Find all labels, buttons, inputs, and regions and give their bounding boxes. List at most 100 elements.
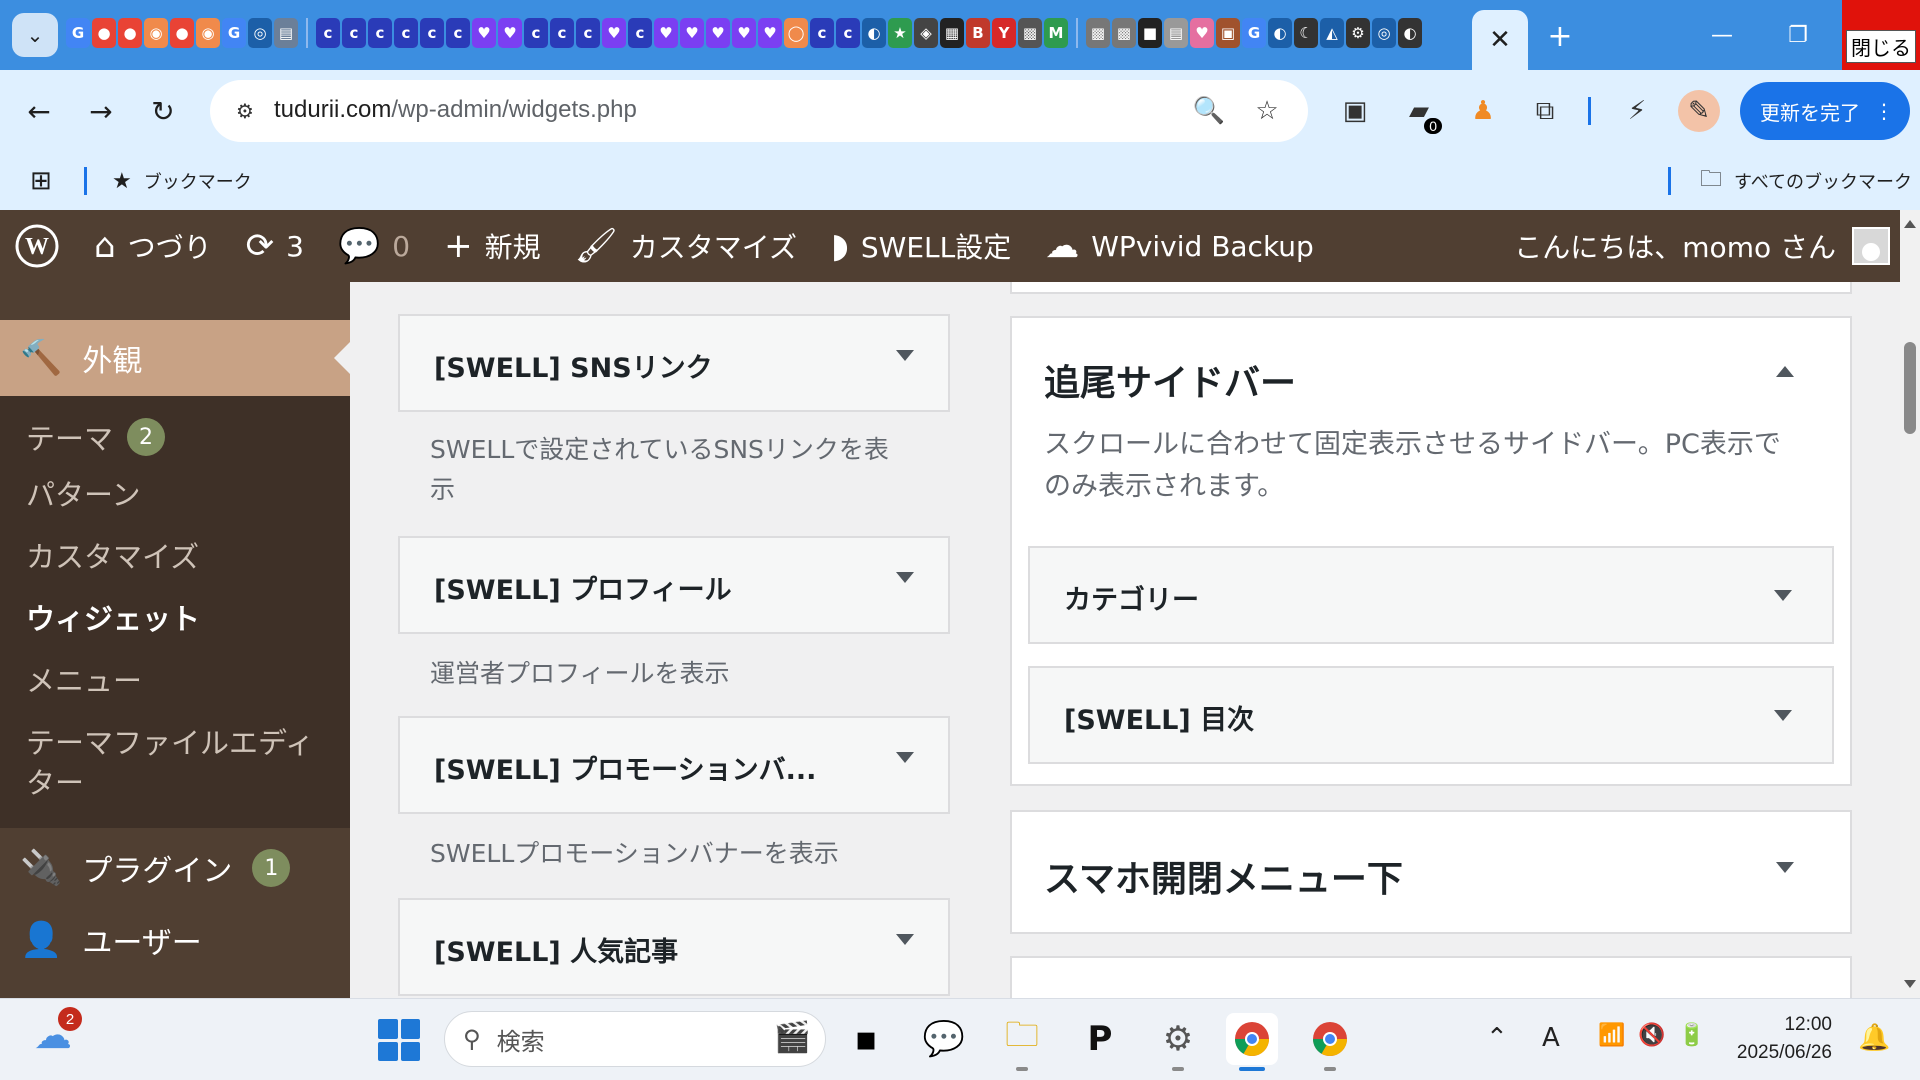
bookmark-star-icon[interactable]: ☆ [1250, 94, 1284, 128]
back-icon[interactable]: ← [18, 90, 60, 132]
pinned-tab[interactable]: ◎ [1372, 18, 1396, 48]
pinned-tab[interactable]: ▣ [1216, 18, 1240, 48]
menu-appearance[interactable]: 🔨 外観 [0, 320, 350, 396]
mute-icon[interactable]: 🔇 [1638, 1023, 1665, 1048]
pinned-tab[interactable]: c [420, 18, 444, 48]
expand-arrow-icon[interactable] [896, 572, 914, 583]
screen-capture-icon[interactable]: ▣ [1334, 90, 1376, 132]
chrome-profile-icon[interactable] [1304, 1013, 1356, 1071]
minimize-button[interactable]: — [1696, 14, 1748, 56]
widget-area-tracking-sidebar[interactable]: 追尾サイドバー スクロールに合わせて固定表示させるサイドバー。PC表示で のみ表示… [1010, 316, 1852, 786]
submenu-menus[interactable]: メニュー [26, 658, 142, 700]
widget-categories[interactable]: カテゴリー [1028, 546, 1834, 644]
area-title[interactable]: スマホ開閉メニュー下 [1044, 850, 1403, 902]
widget-profile[interactable]: [SWELL] プロフィール [398, 536, 950, 634]
pinned-tab[interactable]: ◐ [862, 18, 886, 48]
pinned-tab[interactable]: ▤ [274, 18, 298, 48]
submenu-widgets[interactable]: ウィジェット [26, 596, 200, 638]
submenu-customize[interactable]: カスタマイズ [26, 534, 199, 576]
settings-gear-icon[interactable]: ⚙ [1152, 1013, 1204, 1071]
pinned-tab[interactable]: c [342, 18, 366, 48]
pinned-tab[interactable]: ♥ [498, 18, 522, 48]
chat-app-icon[interactable]: 💬 [918, 1013, 970, 1065]
area-title[interactable]: 追尾サイドバー [1044, 354, 1296, 406]
active-tab-close-icon[interactable]: ✕ [1472, 10, 1528, 70]
wordpress-logo-icon[interactable]: W [14, 223, 60, 269]
submenu-theme-editor-cont[interactable]: ター [26, 760, 84, 802]
pinned-tab[interactable]: ◯ [784, 18, 808, 48]
submenu-theme-editor[interactable]: テーマファイルエディ [26, 720, 314, 762]
pinned-tab[interactable]: ▩ [1018, 18, 1042, 48]
new-tab-button[interactable]: + [1540, 16, 1580, 56]
admin-account-menu[interactable]: こんにちは、momo さん [1514, 210, 1890, 282]
bookmark-item[interactable]: ★ ブックマーク [112, 164, 252, 198]
battery-icon[interactable]: 🔋 [1678, 1023, 1705, 1048]
pinned-tab[interactable]: c [394, 18, 418, 48]
pinned-tab[interactable]: ▩ [1086, 18, 1110, 48]
menu-plugins[interactable]: 🔌 プラグイン 1 [20, 846, 291, 890]
scroll-up-icon[interactable] [1904, 220, 1916, 228]
pinned-tab[interactable]: ♥ [758, 18, 782, 48]
notification-icon[interactable]: 🔔 [1858, 1023, 1890, 1053]
pinned-tab[interactable]: ◐ [1268, 18, 1292, 48]
widget-toc[interactable]: [SWELL] 目次 [1028, 666, 1834, 764]
more-menu-icon[interactable]: ⋮ [1874, 99, 1894, 123]
site-info-icon[interactable]: ⚙ [228, 94, 262, 128]
pinned-tab[interactable]: c [836, 18, 860, 48]
pinned-tab[interactable]: ♥ [654, 18, 678, 48]
pinned-tab[interactable]: ■ [1138, 18, 1162, 48]
apps-grid-icon[interactable]: ⊞ [30, 164, 52, 198]
pinned-tab[interactable]: ♥ [602, 18, 626, 48]
pinned-tab[interactable]: ◎ [248, 18, 272, 48]
forward-icon[interactable]: → [80, 90, 122, 132]
url-text[interactable]: tudurii.com/wp-admin/widgets.php [274, 96, 637, 124]
pinned-tab[interactable]: B [966, 18, 990, 48]
scroll-down-icon[interactable] [1904, 980, 1916, 988]
collapse-arrow-icon[interactable] [1776, 366, 1794, 377]
pinned-tab[interactable]: c [316, 18, 340, 48]
page-scrollbar[interactable] [1900, 210, 1920, 998]
admin-comments-link[interactable]: 💬 0 [338, 226, 410, 266]
pinned-tab[interactable]: c [810, 18, 834, 48]
admin-new-link[interactable]: + 新規 [444, 226, 541, 266]
submenu-patterns[interactable]: パターン [26, 472, 141, 514]
expand-arrow-icon[interactable] [896, 934, 914, 945]
pinned-tab[interactable]: ⚙ [1346, 18, 1370, 48]
show-hidden-icons[interactable]: ⌃ [1486, 1023, 1508, 1053]
expand-arrow-icon[interactable] [1776, 862, 1794, 873]
taskbar-search[interactable]: ⚲ 検索 🎬 [444, 1011, 826, 1067]
pinned-tab[interactable]: ◉ [196, 18, 220, 48]
all-bookmarks-button[interactable]: 🗀 すべてのブックマーク [1700, 164, 1912, 198]
p-app-icon[interactable]: P [1074, 1013, 1126, 1065]
pinned-tab[interactable]: c [524, 18, 548, 48]
start-button[interactable] [378, 1019, 420, 1061]
pinned-tab[interactable]: ♥ [1190, 18, 1214, 48]
profile-avatar-icon[interactable]: ✎ [1678, 90, 1720, 132]
reload-icon[interactable]: ↻ [142, 90, 184, 132]
clock[interactable]: 12:00 2025/06/26 [1736, 1011, 1832, 1067]
pinned-tab[interactable]: ☾ [1294, 18, 1318, 48]
pinned-tab[interactable]: c [576, 18, 600, 48]
pinned-tab[interactable]: Y [992, 18, 1016, 48]
pinned-tab[interactable]: ★ [888, 18, 912, 48]
task-view-icon[interactable]: ▪ [840, 1013, 892, 1065]
pinned-tab[interactable]: ● [170, 18, 194, 48]
window-close-button[interactable]: 閉じる [1842, 0, 1920, 70]
pinned-tab[interactable]: G [222, 18, 246, 48]
pinned-tab[interactable]: ● [118, 18, 142, 48]
pinned-tab[interactable]: c [628, 18, 652, 48]
pinned-tab[interactable]: M [1044, 18, 1068, 48]
pinned-tab[interactable]: ◭ [1320, 18, 1344, 48]
pinned-tab[interactable]: c [368, 18, 392, 48]
submenu-themes[interactable]: テーマ 2 [26, 416, 166, 458]
expand-arrow-icon[interactable] [896, 350, 914, 361]
pinned-tab[interactable]: ♥ [732, 18, 756, 48]
widget-promotion-banner[interactable]: [SWELL] プロモーションバ... [398, 716, 950, 814]
ime-icon[interactable]: A [1542, 1023, 1560, 1053]
extensions-puzzle-icon[interactable]: ⧉ [1524, 90, 1566, 132]
admin-swell-link[interactable]: ◗ SWELL設定 [831, 226, 1011, 266]
admin-site-link[interactable]: ⌂ つづり [94, 226, 212, 266]
zoom-icon[interactable]: 🔍 [1192, 94, 1226, 128]
pinned-tab[interactable]: G [1242, 18, 1266, 48]
pinned-tab[interactable]: ● [92, 18, 116, 48]
